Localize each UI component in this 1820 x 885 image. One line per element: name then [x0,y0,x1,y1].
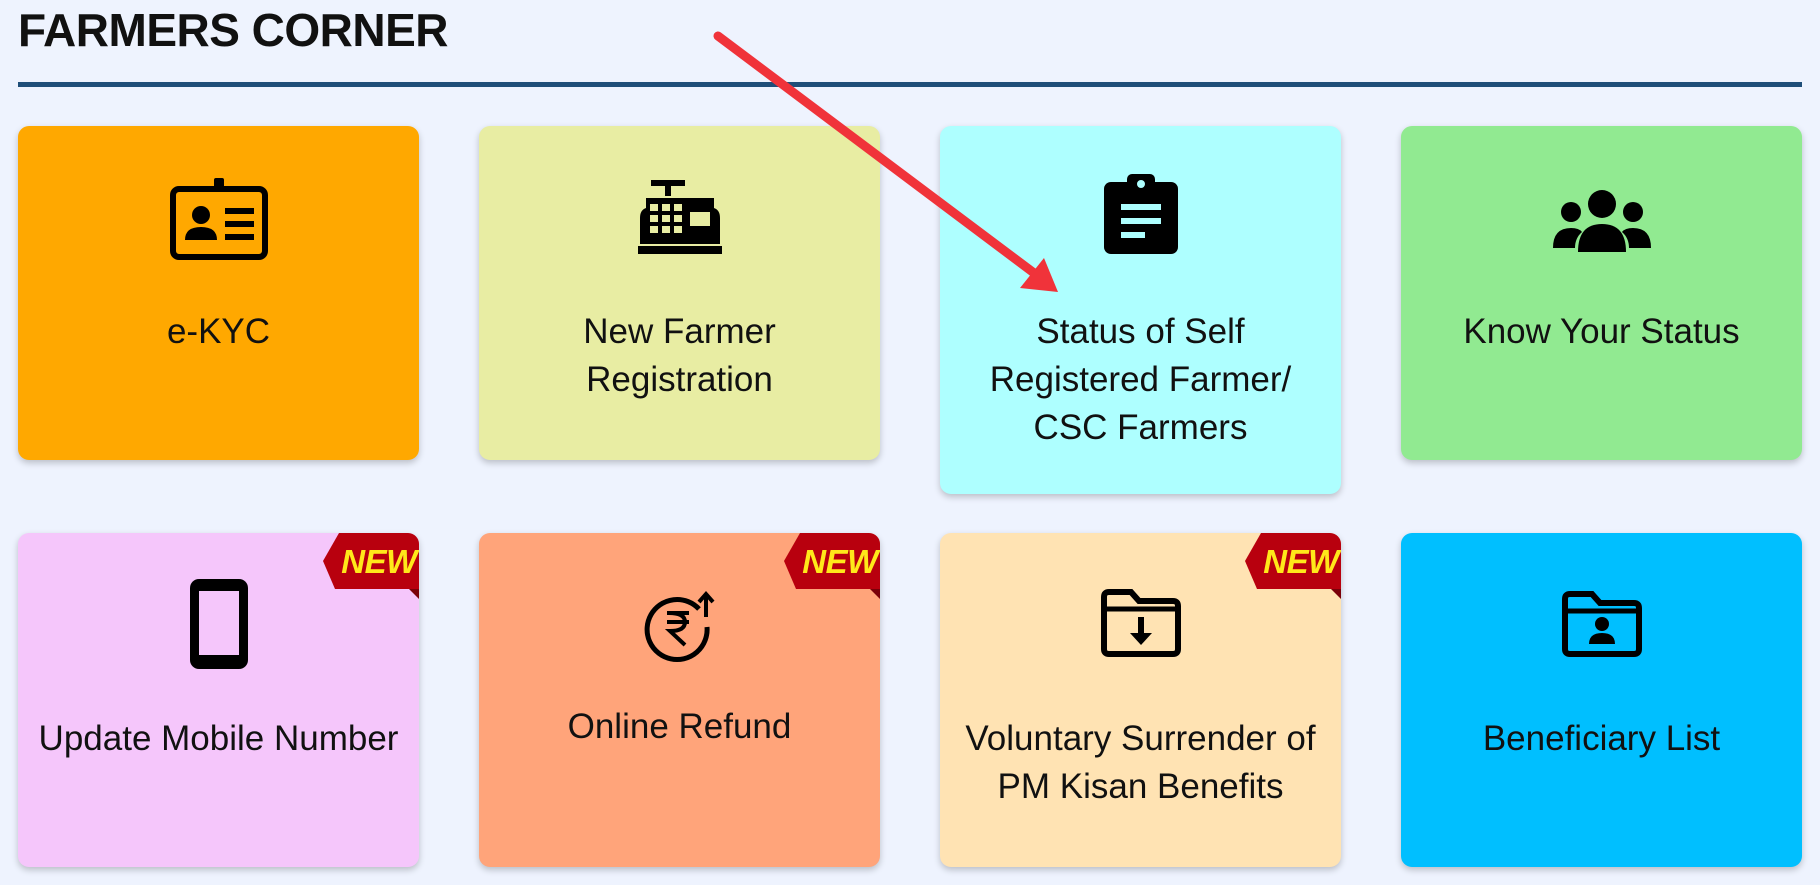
tile-status-self-registered[interactable]: Status of Self Registered Farmer/ CSC Fa… [940,126,1341,494]
new-badge: NEW [323,533,419,601]
tile-ekyc[interactable]: e-KYC [18,126,419,460]
page-title: FARMERS CORNER [18,4,449,56]
tile-label: Update Mobile Number [38,719,399,758]
tile-online-refund[interactable]: Online Refund NEW [479,533,880,867]
new-badge: NEW [1245,533,1341,601]
folder-download-icon [1100,589,1181,657]
folder-user-icon [1561,591,1642,657]
badge-label: NEW [1263,543,1339,580]
tile-beneficiary-list[interactable]: Beneficiary List [1401,533,1802,867]
tile-voluntary-surrender[interactable]: Voluntary Surrender of PM Kisan Benefits… [940,533,1341,867]
tile-label: Beneficiary List [1482,719,1721,758]
new-badge: NEW [784,533,880,601]
tile-know-your-status[interactable]: Know Your Status [1401,126,1802,460]
badge-label: NEW [341,543,417,580]
tile-new-farmer-registration[interactable]: New Farmer Registration [479,126,880,460]
tile-label: Know Your Status [1463,312,1740,351]
tile-label: Voluntary Surrender of PM Kisan Benefits [965,719,1316,806]
id-card-icon [169,178,268,260]
badge-label: NEW [802,543,878,580]
rupee-refund-icon [644,590,715,663]
mobile-phone-icon [189,579,248,669]
users-group-icon [1552,190,1651,252]
tile-update-mobile-number[interactable]: Update Mobile Number NEW [18,533,419,867]
tile-label: Online Refund [567,707,792,746]
tile-label: e-KYC [166,312,271,351]
title-divider [18,82,1802,87]
clipboard-icon [1103,174,1178,254]
tile-label: New Farmer Registration [583,312,776,399]
cash-register-icon [637,180,722,254]
tile-label: Status of Self Registered Farmer/ CSC Fa… [989,312,1292,447]
